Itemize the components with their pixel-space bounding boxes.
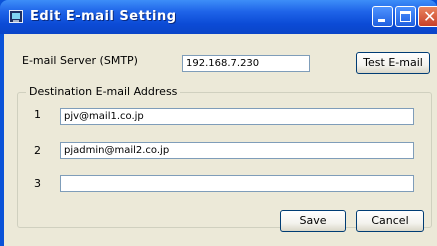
close-icon: ✕ bbox=[423, 7, 437, 26]
app-window-icon bbox=[9, 10, 23, 23]
smtp-server-input[interactable]: 192.168.7.230 bbox=[182, 55, 310, 72]
save-button[interactable]: Save bbox=[280, 210, 346, 232]
destination-email-input-3[interactable] bbox=[60, 175, 414, 192]
destination-group-title: Destination E-mail Address bbox=[26, 85, 181, 98]
minimize-icon bbox=[378, 19, 385, 22]
row-number-1: 1 bbox=[34, 108, 41, 121]
dialog-body: E-mail Server (SMTP) 192.168.7.230 Test … bbox=[4, 34, 437, 246]
minimize-button[interactable] bbox=[372, 6, 393, 27]
window-title: Edit E-mail Setting bbox=[30, 9, 177, 24]
destination-email-input-1[interactable]: pjv@mail1.co.jp bbox=[60, 108, 414, 125]
app-icon-stand bbox=[13, 20, 19, 22]
close-button[interactable]: ✕ bbox=[418, 6, 437, 27]
row-number-3: 3 bbox=[34, 177, 41, 190]
title-bar[interactable]: Edit E-mail Setting ✕ bbox=[0, 0, 437, 34]
smtp-label: E-mail Server (SMTP) bbox=[22, 54, 138, 67]
cancel-button[interactable]: Cancel bbox=[356, 210, 424, 232]
maximize-icon bbox=[400, 11, 411, 22]
test-email-button[interactable]: Test E-mail bbox=[356, 52, 430, 74]
dialog-window: Edit E-mail Setting ✕ E-mail Server (SMT… bbox=[0, 0, 437, 246]
app-icon-screen bbox=[12, 13, 20, 19]
maximize-button[interactable] bbox=[395, 6, 416, 27]
destination-email-input-2[interactable]: pjadmin@mail2.co.jp bbox=[60, 142, 414, 159]
row-number-2: 2 bbox=[34, 144, 41, 157]
